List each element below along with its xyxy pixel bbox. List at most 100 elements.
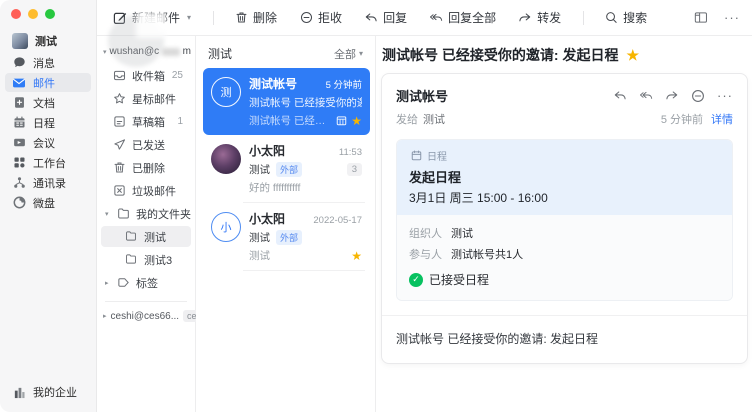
circle-minus-icon	[299, 11, 313, 25]
invite-type-label: 日程	[427, 148, 447, 163]
reply-all-icon[interactable]	[639, 89, 653, 103]
sidebar-item-label: 消息	[33, 55, 55, 71]
folder-sent[interactable]: 已发送	[101, 134, 191, 155]
reply-all-button[interactable]: 回复全部	[429, 9, 496, 26]
sidebar-item-docs[interactable]: 文档	[5, 93, 91, 112]
attendee-value: 测试帐号共1人	[451, 246, 523, 262]
mail-list-title: 测试	[208, 45, 232, 62]
app-sidebar: 测试 消息 邮件 文档 日程	[0, 0, 97, 412]
mail-list-pane: 测试 全部 ▾ 测 测试帐号 5 分钟前 测试帐号 已经接受你的邀请: 发...…	[196, 36, 376, 412]
subfolder-ceshi[interactable]: 测试	[101, 226, 191, 247]
avatar	[211, 144, 241, 174]
folder-icon	[125, 230, 138, 243]
sidebar-item-calendar[interactable]: 日程	[5, 113, 91, 132]
star-icon[interactable]: ★	[351, 249, 362, 263]
search-icon	[604, 11, 618, 25]
reply-all-icon	[429, 11, 443, 25]
subfolder-ceshi3[interactable]: 测试3	[101, 249, 191, 270]
sidebar-item-workbench[interactable]: 工作台	[5, 153, 91, 172]
mail-body-preview: 测试	[249, 248, 347, 263]
mail-subject-preview: 测试	[249, 162, 270, 177]
to-value: 测试	[423, 111, 445, 127]
folder-inbox[interactable]: 收件箱 25	[101, 65, 191, 86]
layout-toggle-icon[interactable]	[694, 11, 708, 25]
star-outline-icon	[113, 92, 126, 105]
mail-time: 11:53	[339, 147, 362, 158]
folder-drafts[interactable]: 草稿箱 1	[101, 111, 191, 132]
sidebar-item-meeting[interactable]: 会议	[5, 133, 91, 152]
mail-subject-preview: 测试帐号 已经接受你的邀请: 发...	[249, 95, 362, 110]
external-badge: 外部	[276, 230, 302, 245]
invite-title: 发起日程	[409, 167, 720, 186]
folder-my-folders[interactable]: ▾ 我的文件夹	[101, 203, 191, 224]
circle-minus-icon[interactable]	[691, 89, 705, 103]
forward-icon[interactable]	[665, 89, 679, 103]
sidebar-user[interactable]: 测试	[5, 30, 91, 52]
sidebar-item-drive[interactable]: 微盘	[5, 193, 91, 212]
zoom-window-button[interactable]	[45, 9, 55, 19]
folder-starred[interactable]: 星标邮件	[101, 88, 191, 109]
mail-list-item[interactable]: 测 测试帐号 5 分钟前 测试帐号 已经接受你的邀请: 发... 测试帐号 已经…	[203, 68, 370, 135]
forward-button[interactable]: 转发	[518, 9, 561, 26]
drive-disk-icon	[12, 196, 26, 210]
collapse-caret-icon[interactable]: ▾	[103, 48, 107, 56]
mail-body-preview: 测试帐号 已经接受你的邀请	[249, 113, 330, 128]
trash-icon	[234, 11, 248, 25]
thread-count-badge: 3	[347, 163, 362, 176]
delete-button[interactable]: 删除	[234, 9, 277, 26]
star-icon[interactable]: ★	[626, 47, 639, 64]
minimize-window-button[interactable]	[28, 9, 38, 19]
calendar-mini-icon	[336, 115, 347, 126]
sidebar-item-label: 邮件	[33, 75, 55, 91]
reply-icon	[364, 11, 378, 25]
list-divider	[243, 270, 365, 271]
video-meeting-icon	[12, 136, 26, 150]
detail-link[interactable]: 详情	[711, 111, 733, 127]
mail-app-window: 测试 消息 邮件 文档 日程	[0, 0, 752, 412]
grid-icon	[12, 156, 26, 170]
mail-subject-preview: 测试	[249, 230, 270, 245]
expand-caret-icon[interactable]: ▸	[103, 312, 107, 320]
folder-icon	[125, 253, 138, 266]
mail-list-item[interactable]: 小 小太阳 2022-05-17 测试 外部 测试 ★	[203, 203, 370, 270]
account-blur	[162, 48, 180, 56]
chevron-down-icon[interactable]: ▾	[187, 13, 191, 22]
mail-time: 2022-05-17	[313, 215, 362, 226]
sidebar-item-mail[interactable]: 邮件	[5, 73, 91, 92]
compose-icon	[113, 11, 127, 25]
reply-button[interactable]: 回复	[364, 9, 407, 26]
user-name: 测试	[35, 33, 57, 49]
compose-button[interactable]: 新建邮件 ▾	[113, 9, 191, 26]
sidebar-item-my-company[interactable]: 我的企业	[12, 384, 77, 400]
folder-deleted[interactable]: 已删除	[101, 157, 191, 178]
star-icon[interactable]: ★	[351, 114, 362, 128]
mail-body-text: 测试帐号 已经接受你的邀请: 发起日程	[396, 316, 733, 347]
close-window-button[interactable]	[11, 9, 21, 19]
filter-dropdown[interactable]: 全部 ▾	[334, 46, 363, 62]
sender-name: 小太阳	[249, 210, 285, 227]
reject-button[interactable]: 拒收	[299, 9, 342, 26]
reading-pane: 测试帐号 已经接受你的邀请: 发起日程 ★ 测试帐号	[376, 36, 752, 412]
avatar: 小	[211, 212, 241, 242]
secondary-account-row[interactable]: ▸ ceshi@ces66... ceshi	[97, 310, 195, 322]
sidebar-item-label: 文档	[33, 95, 55, 111]
forward-icon	[518, 11, 532, 25]
sender-name: 小太阳	[249, 142, 285, 159]
search-button[interactable]: 搜索	[604, 9, 647, 26]
calendar-invite-card[interactable]: 日程 发起日程 3月1日 周三 15:00 - 16:00 组织人 测试 参与人…	[396, 139, 733, 301]
mail-subject: 测试帐号 已经接受你的邀请: 发起日程	[382, 45, 618, 65]
document-icon	[12, 96, 26, 110]
sidebar-item-messages[interactable]: 消息	[5, 53, 91, 72]
reply-icon[interactable]	[613, 89, 627, 103]
mail-list-item[interactable]: 小太阳 11:53 测试 外部 3 好的 ffffffffff	[203, 135, 370, 202]
folder-tags[interactable]: ▸ 标签	[101, 272, 191, 293]
company-building-icon	[12, 385, 26, 399]
more-options-icon[interactable]: ···	[717, 88, 733, 103]
chat-bubble-icon	[12, 56, 26, 70]
more-options-button[interactable]: ···	[724, 10, 740, 25]
folder-junk[interactable]: 垃圾邮件	[101, 180, 191, 201]
expand-caret-icon[interactable]: ▸	[105, 279, 111, 287]
account-row[interactable]: ▾ wushan@cm	[97, 36, 195, 65]
sidebar-item-contacts[interactable]: 通讯录	[5, 173, 91, 192]
expand-caret-icon[interactable]: ▾	[105, 210, 111, 218]
